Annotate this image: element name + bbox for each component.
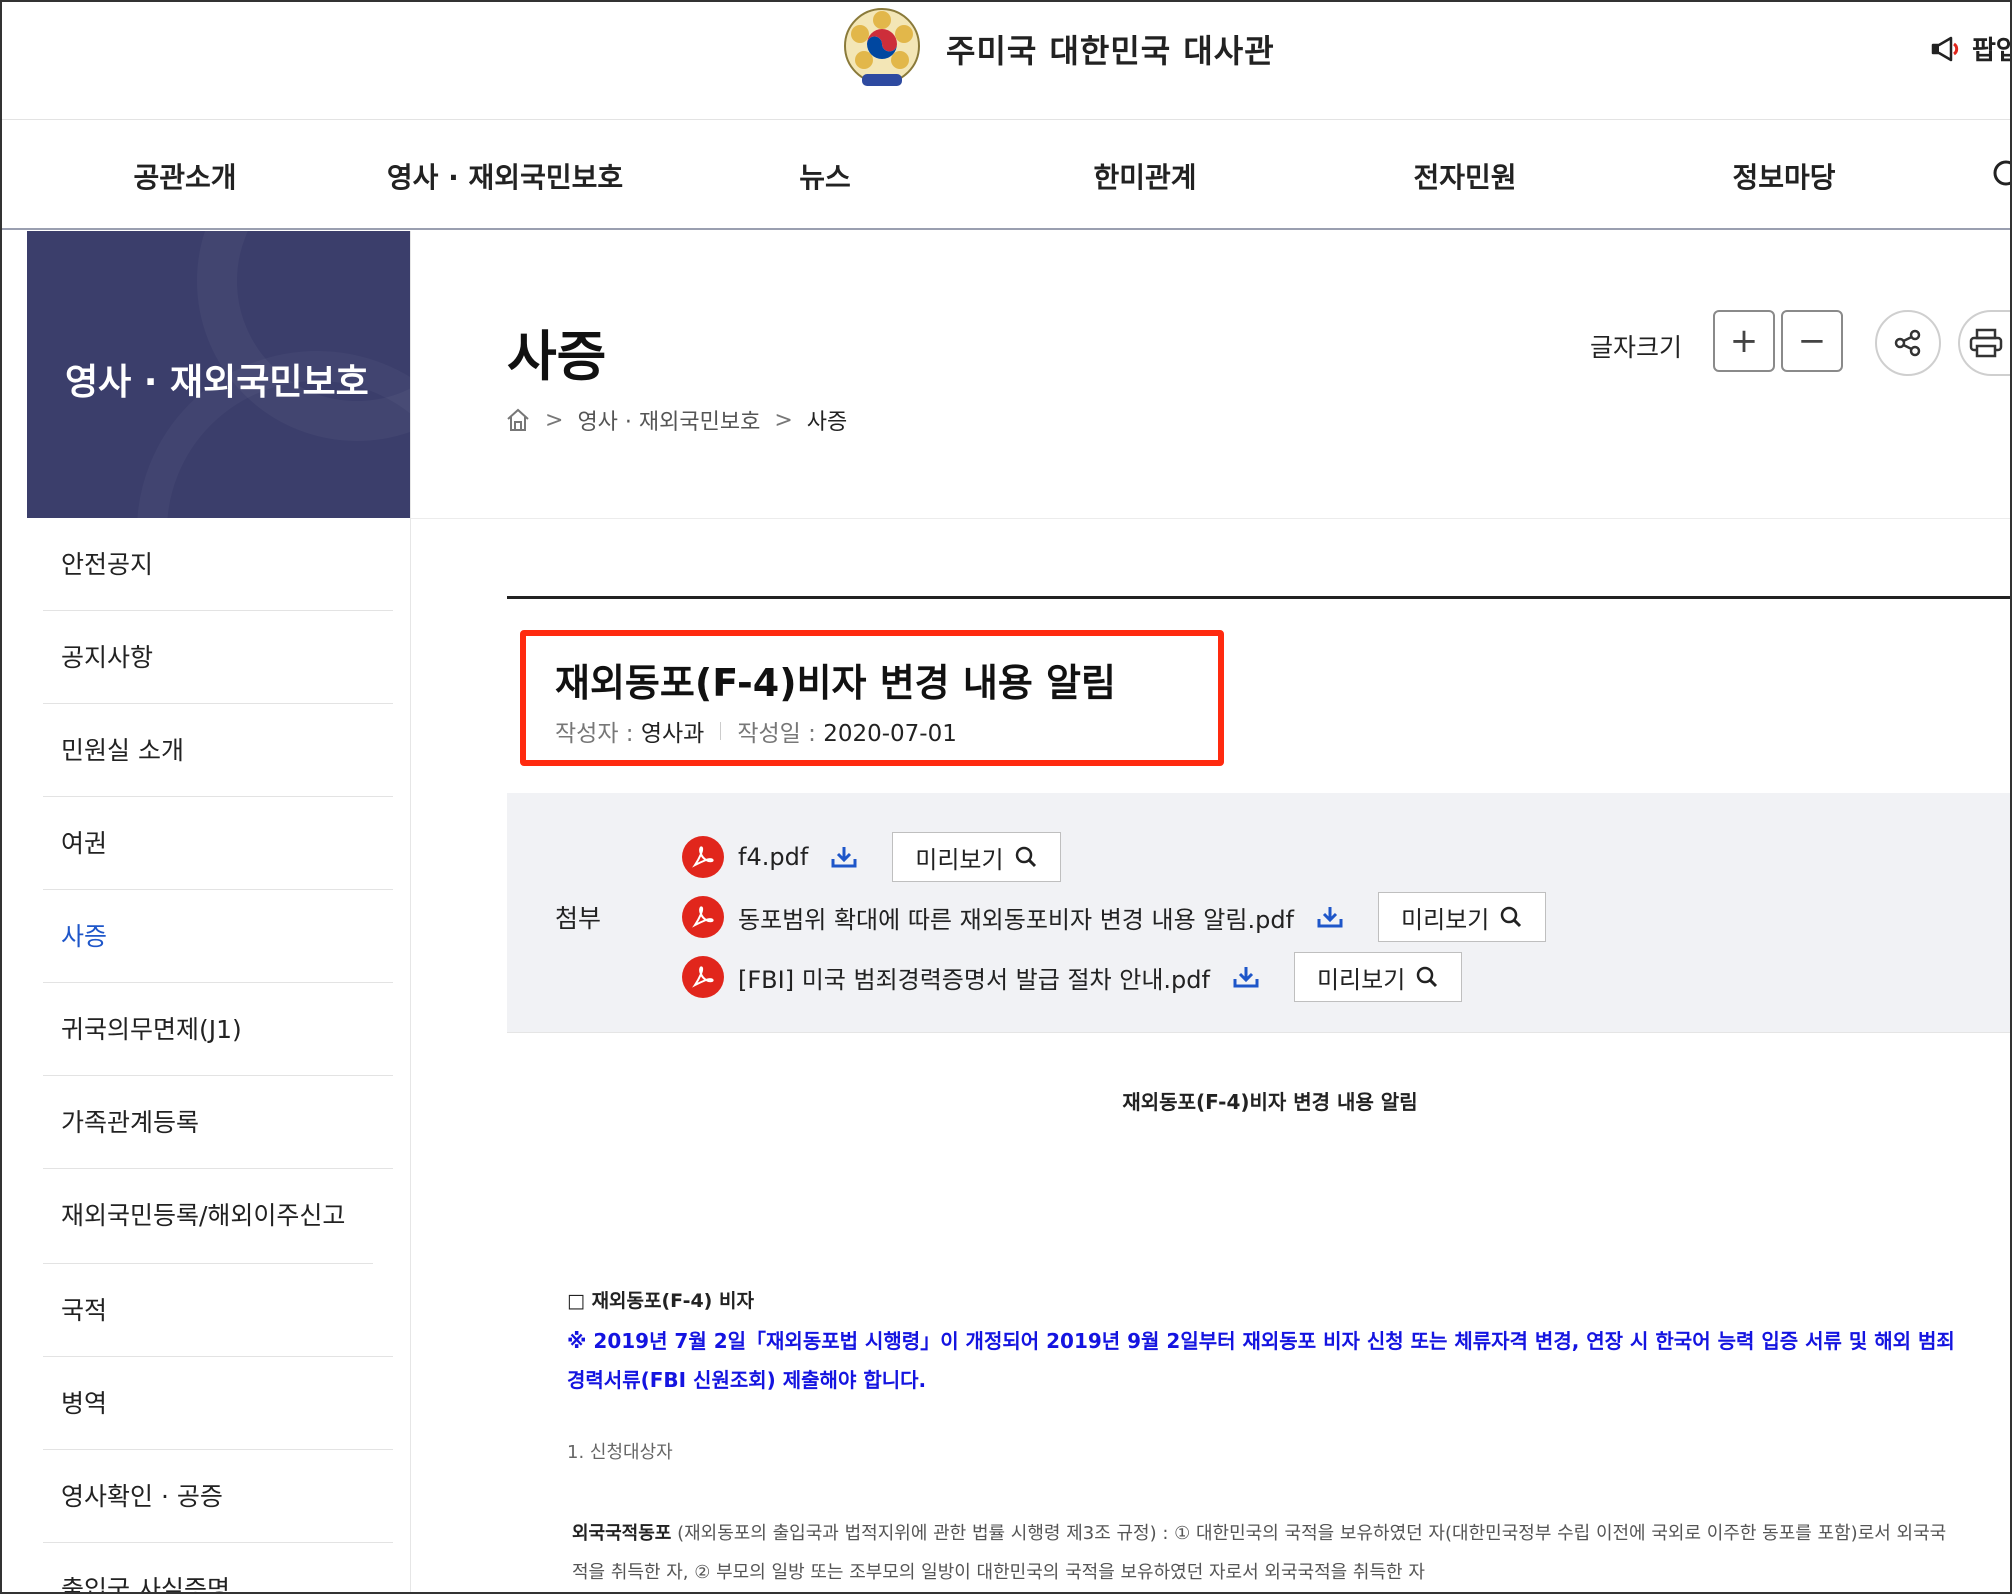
article-body-heading: 재외동포(F-4)비자 변경 내용 알림 <box>1122 1090 1418 1114</box>
minus-icon: − <box>1797 321 1827 361</box>
attachment-file-link[interactable]: f4.pdf <box>738 843 808 871</box>
breadcrumb: > 영사 · 재외국민보호 > 사증 <box>505 404 847 436</box>
share-button[interactable] <box>1875 310 1941 376</box>
download-icon[interactable] <box>1232 965 1260 989</box>
sidebar-item-entry-exit-cert[interactable]: 출입국 사실증명 <box>43 1543 393 1594</box>
subsection-title: 1. 신청대상자 <box>567 1442 673 1463</box>
sidebar-item-j1-waiver[interactable]: 귀국의무면제(J1) <box>43 983 393 1076</box>
magnifier-icon <box>1015 846 1036 868</box>
breadcrumb-item-current[interactable]: 사증 <box>807 404 847 436</box>
meta-separator <box>720 722 722 740</box>
megaphone-icon <box>1931 36 1959 61</box>
sidebar-item-overseas-registration[interactable]: 재외국민등록/해외이주신고 <box>43 1169 373 1264</box>
sidebar-header: 영사 · 재외국민보호 <box>27 231 411 518</box>
sidebar-item-nationality[interactable]: 국적 <box>43 1264 393 1357</box>
preview-button[interactable]: 미리보기 <box>1293 952 1463 1002</box>
main-navigation: 공관소개 영사 · 재외국민보호 뉴스 한미관계 전자민원 정보마당 <box>0 120 2012 230</box>
download-icon[interactable] <box>830 845 858 869</box>
sidebar-item-announcements[interactable]: 공지사항 <box>43 611 393 704</box>
sidebar-title: 영사 · 재외국민보호 <box>65 362 369 403</box>
print-button[interactable] <box>1958 310 2012 376</box>
attachment-file-link[interactable]: [FBI] 미국 범죄경력증명서 발급 절차 안내.pdf <box>738 960 1210 995</box>
sidebar-item-passport[interactable]: 여권 <box>43 797 393 890</box>
font-decrease-button[interactable]: − <box>1781 310 1843 372</box>
header-divider <box>411 518 2012 519</box>
pdf-icon <box>682 836 724 878</box>
breadcrumb-item-consular[interactable]: 영사 · 재외국민보호 <box>577 404 760 436</box>
popup-toggle[interactable]: 팝업 <box>1930 30 2012 67</box>
article-meta: 작성자 : 영사과 작성일 : 2020-07-01 <box>555 714 957 748</box>
magnifier-icon <box>1417 966 1438 988</box>
popup-label: 팝업 <box>1972 36 2012 66</box>
chevron-right-icon: > <box>545 407 564 433</box>
author-key: 작성자 : <box>555 721 634 747</box>
gnb-item-about[interactable]: 공관소개 <box>133 156 236 196</box>
preview-button[interactable]: 미리보기 <box>1378 892 1547 942</box>
article-title: 재외동포(F-4)비자 변경 내용 알림 <box>555 661 1116 705</box>
attachments-label: 첨부 <box>555 904 602 933</box>
preview-label: 미리보기 <box>915 845 1004 874</box>
preview-label: 미리보기 <box>1316 965 1406 994</box>
sidebar-item-notarization[interactable]: 영사확인 · 공증 <box>43 1450 393 1543</box>
attachment-row: 동포범위 확대에 따른 재외동포비자 변경 내용 알림.pdf 미리보기 <box>682 892 1547 942</box>
paragraph-term: 외국국적동포 <box>572 1523 672 1544</box>
pdf-icon <box>682 956 724 998</box>
section-title: □ 재외동포(F-4) 비자 <box>567 1290 754 1312</box>
sidebar-item-military[interactable]: 병역 <box>43 1357 393 1450</box>
date-key: 작성일 : <box>737 721 816 747</box>
preview-label: 미리보기 <box>1401 905 1490 934</box>
date-field: 작성일 : 2020-07-01 <box>737 714 957 748</box>
eligibility-paragraph: 외국국적동포 (재외동포의 출입국과 법적지위에 관한 법률 시행령 제3조 규… <box>572 1514 1960 1592</box>
site-title[interactable]: 주미국 대한민국 대사관 <box>946 26 1275 72</box>
date-value: 2020-07-01 <box>823 721 957 747</box>
author-field: 작성자 : 영사과 <box>555 714 704 748</box>
font-increase-button[interactable]: + <box>1713 310 1775 372</box>
gnb-item-news[interactable]: 뉴스 <box>799 156 851 196</box>
home-icon[interactable] <box>505 407 531 433</box>
attachment-file-link[interactable]: 동포범위 확대에 따른 재외동포비자 변경 내용 알림.pdf <box>738 900 1294 935</box>
embassy-emblem-logo[interactable] <box>842 6 922 90</box>
page-title: 사증 <box>507 325 607 388</box>
attachment-row: f4.pdf 미리보기 <box>682 832 1061 882</box>
gnb-item-e-services[interactable]: 전자민원 <box>1413 156 1516 196</box>
gnb-item-consular[interactable]: 영사 · 재외국민보호 <box>387 156 623 196</box>
pdf-icon <box>682 896 724 938</box>
gnb-item-info[interactable]: 정보마당 <box>1732 156 1835 196</box>
top-header: 주미국 대한민국 대사관 팝업 <box>0 0 2012 120</box>
download-icon[interactable] <box>1316 905 1344 929</box>
plus-icon: + <box>1729 321 1759 361</box>
sidebar-menu: 안전공지 공지사항 민원실 소개 여권 사증 귀국의무면제(J1) 가족관계등록… <box>43 518 393 1594</box>
share-icon <box>1894 329 1921 357</box>
search-icon[interactable] <box>1990 160 2012 190</box>
article-top-rule <box>507 596 2012 599</box>
attachments-panel: 첨부 f4.pdf 미리보기 동포범위 확대에 따른 재외동포비자 변경 내용 … <box>507 793 2012 1033</box>
sidebar-item-office-intro[interactable]: 민원실 소개 <box>43 704 393 797</box>
sidebar-divider <box>410 231 411 1594</box>
attachment-row: [FBI] 미국 범죄경력증명서 발급 절차 안내.pdf 미리보기 <box>682 952 1463 1002</box>
font-size-label: 글자크기 <box>1590 333 1683 362</box>
chevron-right-icon: > <box>774 407 793 433</box>
author-value: 영사과 <box>640 721 705 747</box>
magnifier-icon <box>1501 906 1522 928</box>
paragraph-text: (재외동포의 출입국과 법적지위에 관한 법률 시행령 제3조 규정) : ① … <box>572 1523 1947 1583</box>
sidebar-item-safety-notice[interactable]: 안전공지 <box>43 518 393 611</box>
gnb-item-korea-us[interactable]: 한미관계 <box>1093 156 1196 196</box>
print-icon <box>1969 328 2003 358</box>
preview-button[interactable]: 미리보기 <box>892 832 1061 882</box>
notice-text: ※ 2019년 7월 2일「재외동포법 시행령」이 개정되어 2019년 9월 … <box>567 1329 1955 1392</box>
sidebar-item-visa[interactable]: 사증 <box>43 890 393 983</box>
